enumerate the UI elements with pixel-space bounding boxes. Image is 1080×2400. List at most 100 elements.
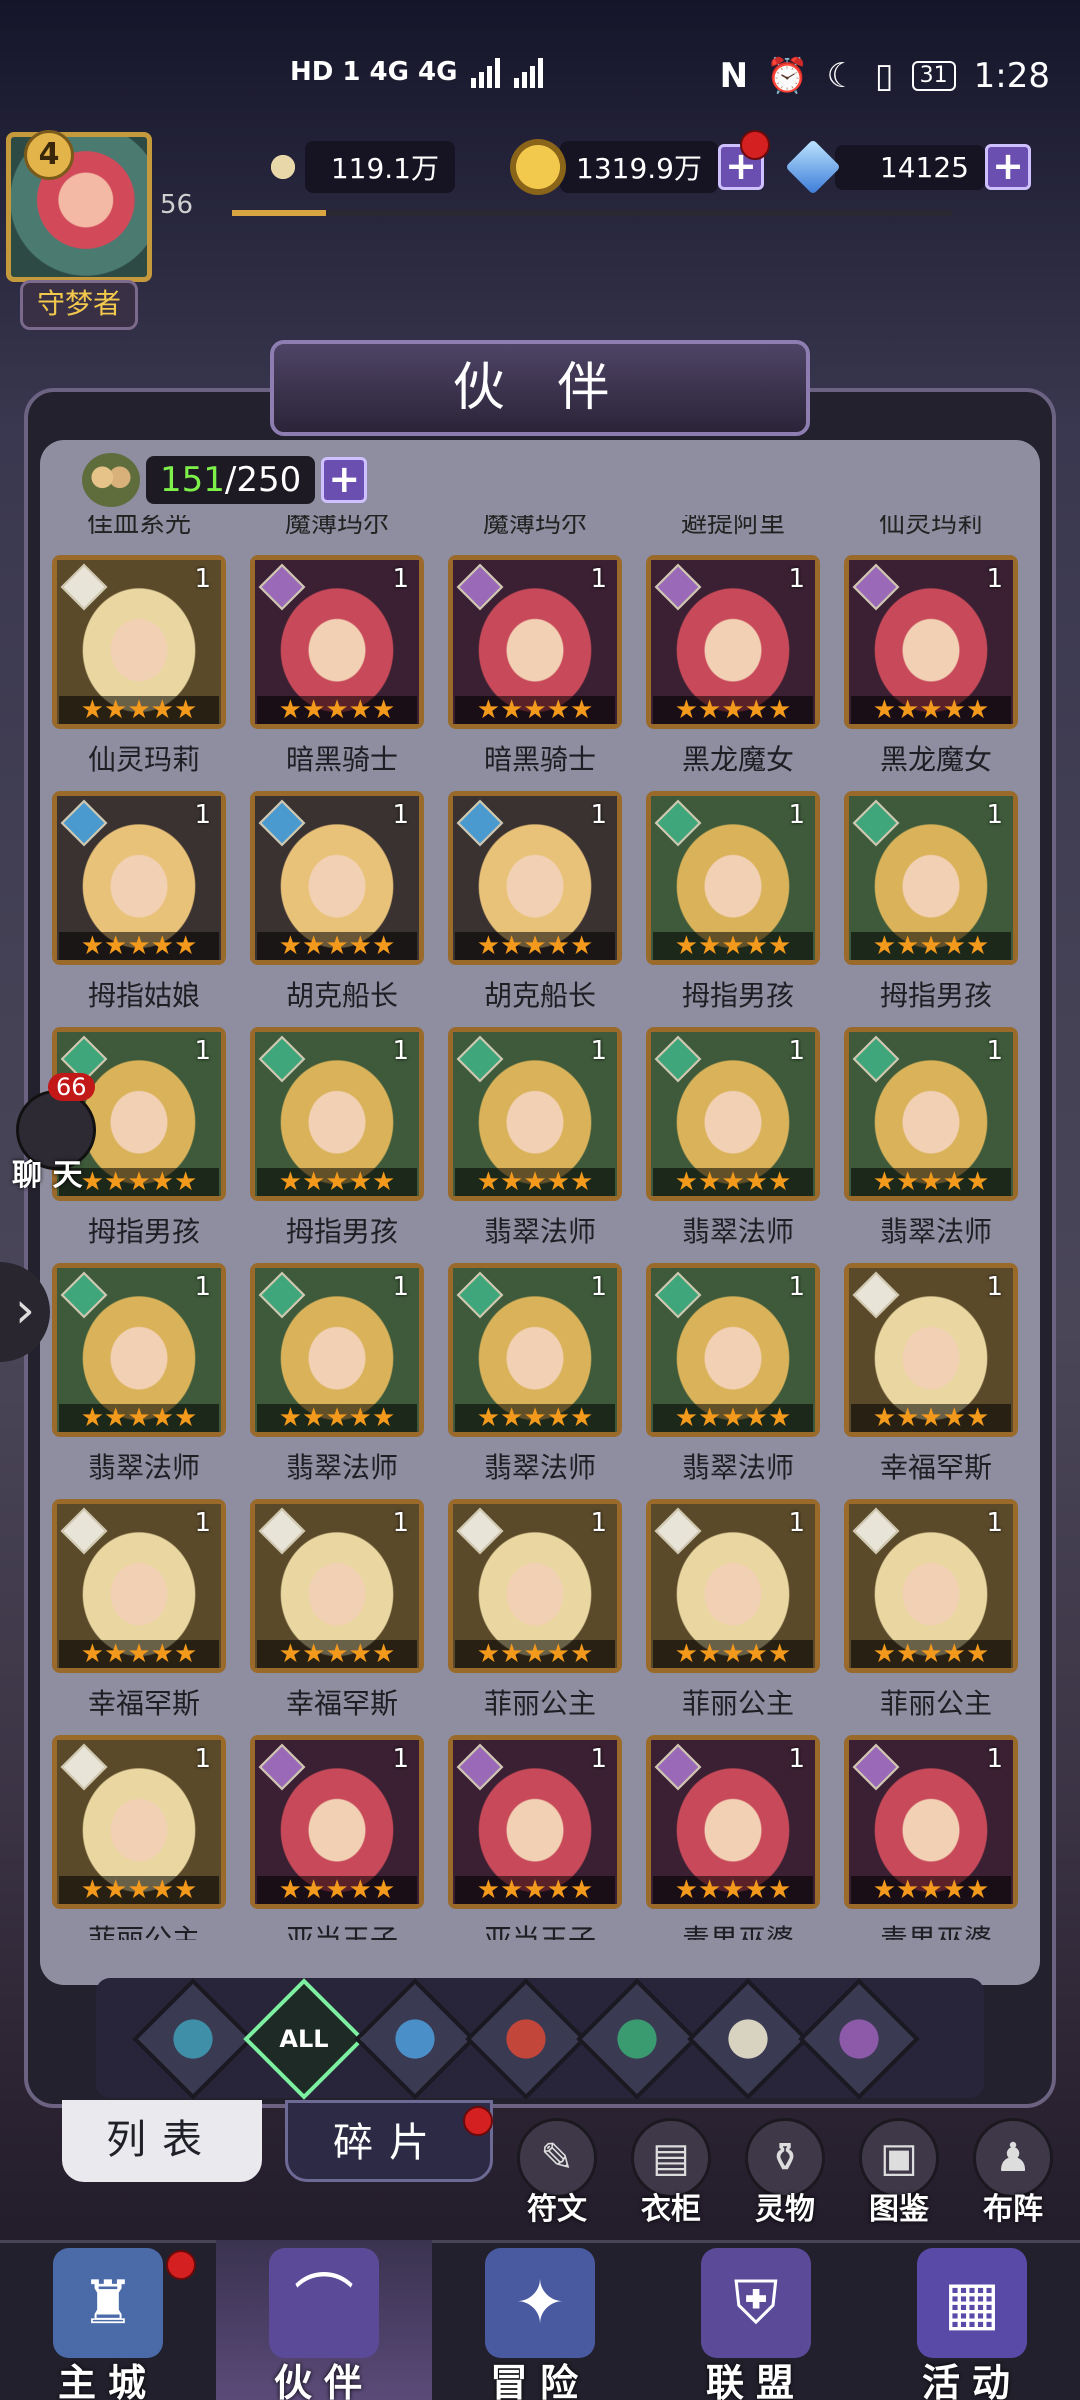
filter-label bbox=[154, 2000, 232, 2078]
tab-fragments[interactable]: 碎片 bbox=[285, 2100, 493, 2182]
hero-grid: 1 ★★★★★ 仙灵玛莉 1 ★★★★★ 暗黑骑士 1 ★★★★★ 暗黑骑士 1 ★★★★★ 黑龙魔女… bbox=[52, 555, 1018, 1940]
hero-name: 翡翠法师 bbox=[681, 1215, 794, 1248]
hero-card[interactable]: 1 ★★★★★ 拇指男孩 bbox=[844, 791, 1018, 1012]
wardrobe-button[interactable]: ▤ 衣柜 bbox=[629, 2118, 713, 2228]
moon-icon: ☾ bbox=[826, 56, 857, 96]
hero-card[interactable]: 1 ★★★★★ 翡翠法师 bbox=[646, 1027, 820, 1248]
chat-badge: 66 bbox=[48, 1073, 95, 1101]
hero-count: 1 bbox=[194, 1744, 211, 1774]
filter-label: ALL bbox=[279, 2025, 329, 2053]
hero-card[interactable]: 1 ★★★★★ 拇指男孩 bbox=[250, 1027, 424, 1248]
hero-card[interactable]: 1 ★★★★★ 翡翠法师 bbox=[448, 1027, 622, 1248]
star-rating: ★★★★★ bbox=[257, 1168, 417, 1196]
gold-display: 1319.9万 + bbox=[510, 138, 764, 196]
hero-card[interactable]: 1 ★★★★★ 翡翠法师 bbox=[52, 1263, 226, 1484]
hero-card[interactable]: 1 ★★★★★ 亚当王子 bbox=[448, 1735, 622, 1940]
battery-icon: 31 bbox=[911, 61, 956, 91]
hero-grid-viewport[interactable]: 佳血系光 魔薄玛尔 魔薄玛尔 避提阿里 仙灵玛莉 1 ★★★★★ 仙灵玛莉 1 ★★★★★ 暗黑骑… bbox=[42, 515, 1040, 1940]
player-level-badge: 4 bbox=[24, 130, 74, 180]
hero-name: 菲丽公主 bbox=[483, 1687, 596, 1720]
nav-guild[interactable]: ⛨ 联盟 bbox=[648, 2240, 864, 2400]
hero-card[interactable]: 1 ★★★★★ 毒果巫婆 bbox=[646, 1735, 820, 1940]
signal-icon-2 bbox=[514, 56, 544, 88]
hero-count: 1 bbox=[590, 1508, 607, 1538]
hero-card[interactable]: 1 ★★★★★ 幸福罕斯 bbox=[52, 1499, 226, 1720]
add-gem-button[interactable]: + bbox=[985, 144, 1031, 190]
hero-name: 拇指男孩 bbox=[681, 979, 794, 1012]
hero-card[interactable]: 1 ★★★★★ 菲丽公主 bbox=[844, 1499, 1018, 1720]
roster-count: 151/250 + bbox=[82, 452, 368, 508]
hero-name: 幸福罕斯 bbox=[87, 1687, 200, 1720]
hero-name: 毒果巫婆 bbox=[681, 1923, 794, 1940]
hero-card[interactable]: 1 ★★★★★ 胡克船长 bbox=[250, 791, 424, 1012]
chat-label: 聊 天 bbox=[12, 1158, 83, 1193]
signal-icon bbox=[471, 56, 501, 88]
star-rating: ★★★★★ bbox=[653, 932, 813, 960]
star-rating: ★★★★★ bbox=[455, 696, 615, 724]
spirit-button[interactable]: ⚱ 灵物 bbox=[743, 2118, 827, 2228]
hero-card[interactable]: 1 ★★★★★ 菲丽公主 bbox=[646, 1499, 820, 1720]
hero-card[interactable]: 1 ★★★★★ 翡翠法师 bbox=[250, 1263, 424, 1484]
star-rating: ★★★★★ bbox=[851, 1876, 1011, 1904]
star-rating: ★★★★★ bbox=[59, 696, 219, 724]
hero-card[interactable]: 1 ★★★★★ 菲丽公主 bbox=[448, 1499, 622, 1720]
formation-button[interactable]: ♟ 布阵 bbox=[971, 2118, 1055, 2228]
hero-card[interactable]: 1 ★★★★★ 黑龙魔女 bbox=[844, 555, 1018, 776]
nfc-icon: N bbox=[719, 56, 749, 96]
star-rating: ★★★★★ bbox=[59, 1404, 219, 1432]
codex-label: 图鉴 bbox=[869, 2192, 929, 2227]
hero-count: 1 bbox=[788, 1272, 805, 1302]
hero-count: 1 bbox=[392, 1508, 409, 1538]
rune-label: 符文 bbox=[527, 2192, 587, 2227]
hero-name: 翡翠法师 bbox=[681, 1451, 794, 1484]
hero-count: 1 bbox=[986, 800, 1003, 830]
player-title[interactable]: 守梦者 bbox=[20, 280, 138, 330]
hero-count: 1 bbox=[194, 1272, 211, 1302]
hero-name: 幸福罕斯 bbox=[285, 1687, 398, 1720]
hero-card[interactable]: 1 ★★★★★ 拇指男孩 bbox=[646, 791, 820, 1012]
cut-off-hero-name: 佳血系光 bbox=[86, 515, 191, 539]
star-rating: ★★★★★ bbox=[257, 1876, 417, 1904]
exp-bar-fill bbox=[232, 210, 326, 216]
nav-events[interactable]: ▦ 活动 bbox=[864, 2240, 1080, 2400]
codex-button[interactable]: ▣ 图鉴 bbox=[857, 2118, 941, 2228]
nav-label: 伙伴 bbox=[273, 2361, 374, 2400]
nav-partners[interactable]: ⌒ 伙伴 bbox=[216, 2240, 432, 2400]
hero-count: 1 bbox=[392, 800, 409, 830]
nav-adventure[interactable]: ✦ 冒险 bbox=[432, 2240, 648, 2400]
home-icon: ♜ bbox=[53, 2248, 163, 2358]
hero-card[interactable]: 1 ★★★★★ 暗黑骑士 bbox=[448, 555, 622, 776]
cut-off-hero-name: 魔薄玛尔 bbox=[482, 515, 587, 539]
gold-coin-icon bbox=[510, 139, 566, 195]
expand-roster-button[interactable]: + bbox=[321, 457, 368, 503]
hero-card[interactable]: 1 ★★★★★ 幸福罕斯 bbox=[250, 1499, 424, 1720]
hero-card[interactable]: 1 ★★★★★ 暗黑骑士 bbox=[250, 555, 424, 776]
tab-list[interactable]: 列表 bbox=[62, 2100, 262, 2182]
hero-card[interactable]: 1 ★★★★★ 翡翠法师 bbox=[646, 1263, 820, 1484]
hero-card[interactable]: 1 ★★★★★ 毒果巫婆 bbox=[844, 1735, 1018, 1940]
hero-card[interactable]: 1 ★★★★★ 菲丽公主 bbox=[52, 1735, 226, 1940]
hero-card[interactable]: 1 ★★★★★ 仙灵玛莉 bbox=[52, 555, 226, 776]
roster-capacity: /250 bbox=[224, 460, 302, 500]
hero-card[interactable]: 1 ★★★★★ 黑龙魔女 bbox=[646, 555, 820, 776]
hero-count: 1 bbox=[194, 564, 211, 594]
hero-card[interactable]: 1 ★★★★★ 亚当王子 bbox=[250, 1735, 424, 1940]
rune-button[interactable]: ✎ 符文 bbox=[515, 2118, 599, 2228]
hero-count: 1 bbox=[986, 1508, 1003, 1538]
alarm-icon: ⏰ bbox=[766, 56, 809, 96]
hero-name: 拇指男孩 bbox=[87, 1215, 200, 1248]
star-rating: ★★★★★ bbox=[653, 1640, 813, 1668]
gem-value: 14125 bbox=[835, 144, 985, 190]
hero-card[interactable]: 1 ★★★★★ 翡翠法师 bbox=[448, 1263, 622, 1484]
hero-count: 1 bbox=[590, 1272, 607, 1302]
hero-card[interactable]: 1 ★★★★★ 幸福罕斯 bbox=[844, 1263, 1018, 1484]
gem-display: 14125 + bbox=[785, 138, 1031, 196]
hero-count: 1 bbox=[392, 564, 409, 594]
hero-name: 亚当王子 bbox=[483, 1923, 596, 1940]
hero-card[interactable]: 1 ★★★★★ 胡克船长 bbox=[448, 791, 622, 1012]
star-rating: ★★★★★ bbox=[257, 1640, 417, 1668]
hero-card[interactable]: 1 ★★★★★ 翡翠法师 bbox=[844, 1027, 1018, 1248]
hero-card[interactable]: 1 ★★★★★ 拇指姑娘 bbox=[52, 791, 226, 1012]
hero-name: 翡翠法师 bbox=[879, 1215, 992, 1248]
hero-count: 1 bbox=[194, 800, 211, 830]
